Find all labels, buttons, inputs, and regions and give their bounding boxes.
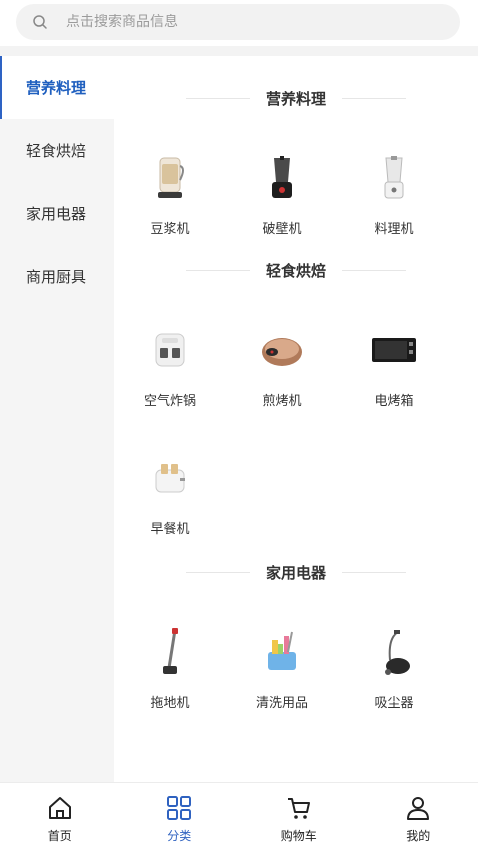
- cart-icon: [286, 795, 312, 821]
- product-item[interactable]: 清洗用品: [226, 598, 338, 726]
- product-label: 拖地机: [150, 696, 190, 711]
- product-item[interactable]: 早餐机: [114, 424, 226, 552]
- product-item[interactable]: 豆浆机: [114, 124, 226, 252]
- divider-line: [185, 269, 250, 271]
- product-label: 电烤箱: [374, 394, 414, 409]
- sidebar-item-label: 营养料理: [26, 79, 87, 97]
- sidebar-item-nutrition[interactable]: 营养料理: [0, 56, 114, 119]
- sidebar-item-baking[interactable]: 轻食烘焙: [0, 119, 114, 182]
- electric-oven-icon: [366, 322, 422, 378]
- product-grid: 豆浆机 破壁机 料理机: [114, 124, 478, 252]
- product-item[interactable]: 破壁机: [226, 124, 338, 252]
- section-title: 家用电器: [265, 563, 326, 582]
- divider-line: [342, 571, 406, 573]
- product-label: 吸尘器: [374, 696, 414, 711]
- category-icon: [166, 795, 192, 821]
- search-input[interactable]: [66, 14, 426, 30]
- product-label: 煎烤机: [262, 394, 302, 409]
- air-fryer-icon: [142, 322, 198, 378]
- tab-home[interactable]: 首页: [0, 783, 120, 850]
- tab-profile[interactable]: 我的: [359, 783, 478, 850]
- soymilk-maker-icon: [142, 150, 198, 206]
- product-item[interactable]: 煎烤机: [226, 296, 338, 424]
- product-label: 空气炸锅: [143, 394, 196, 409]
- sidebar-item-label: 轻食烘焙: [26, 142, 87, 160]
- product-label: 清洗用品: [255, 696, 308, 711]
- tab-label: 我的: [406, 829, 431, 843]
- product-item[interactable]: 料理机: [338, 124, 450, 252]
- home-icon: [47, 795, 73, 821]
- divider: [0, 46, 478, 56]
- tab-label: 分类: [167, 829, 192, 843]
- product-item[interactable]: 拖地机: [114, 598, 226, 726]
- product-item[interactable]: 吸尘器: [338, 598, 450, 726]
- product-item[interactable]: 电烤箱: [338, 296, 450, 424]
- vacuum-cleaner-icon: [366, 624, 422, 680]
- blender-icon: [254, 150, 310, 206]
- tab-cart[interactable]: 购物车: [239, 783, 359, 850]
- tab-category[interactable]: 分类: [120, 783, 240, 850]
- sidebar-item-appliances[interactable]: 家用电器: [0, 182, 114, 245]
- section-title: 轻食烘焙: [265, 261, 326, 280]
- cleaning-supplies-icon: [254, 624, 310, 680]
- divider-line: [185, 97, 250, 99]
- search-bar: [0, 0, 478, 46]
- toaster-icon: [142, 450, 198, 506]
- divider-line: [342, 97, 406, 99]
- product-label: 豆浆机: [150, 222, 190, 237]
- bottom-tabbar: 首页 分类 购物车 我的: [0, 782, 478, 850]
- search-box[interactable]: [16, 4, 460, 40]
- tab-label: 购物车: [280, 829, 317, 843]
- divider-line: [185, 571, 250, 573]
- sidebar-item-label: 商用厨具: [26, 268, 87, 286]
- section-header: 家用电器: [114, 550, 478, 594]
- tab-label: 首页: [47, 829, 72, 843]
- grill-pan-icon: [254, 322, 310, 378]
- food-processor-icon: [366, 150, 422, 206]
- section-header: 营养料理: [114, 76, 478, 120]
- product-grid: 空气炸锅 煎烤机 电烤箱 早餐机: [114, 296, 478, 552]
- divider-line: [342, 269, 406, 271]
- profile-icon: [405, 795, 431, 821]
- product-label: 早餐机: [150, 522, 190, 537]
- search-icon: [32, 14, 48, 30]
- section-title: 营养料理: [265, 89, 326, 108]
- category-sidebar: 营养料理 轻食烘焙 家用电器 商用厨具: [0, 56, 114, 782]
- product-item[interactable]: 空气炸锅: [114, 296, 226, 424]
- section-header: 轻食烘焙: [114, 248, 478, 292]
- product-label: 破壁机: [262, 222, 302, 237]
- product-grid: 拖地机 清洗用品 吸尘器: [114, 598, 478, 726]
- product-label: 料理机: [374, 222, 414, 237]
- mop-icon: [142, 624, 198, 680]
- category-content: 营养料理 豆浆机 破壁机 料理机 轻食烘焙 空气炸锅 煎烤机 电烤箱 早餐机 家…: [114, 56, 478, 782]
- sidebar-item-commercial[interactable]: 商用厨具: [0, 245, 114, 308]
- sidebar-item-label: 家用电器: [26, 205, 87, 223]
